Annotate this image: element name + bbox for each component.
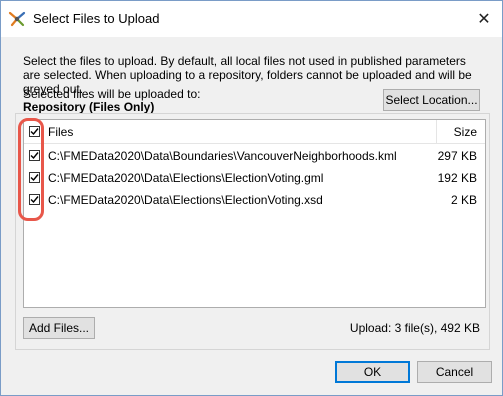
column-divider: [436, 120, 437, 143]
add-files-button[interactable]: Add Files...: [23, 317, 95, 339]
file-path: C:\FMEData2020\Data\Boundaries\Vancouver…: [48, 149, 397, 163]
file-checkbox[interactable]: [29, 172, 40, 183]
files-column-header[interactable]: Files: [48, 125, 73, 139]
checkmark-icon: [30, 128, 39, 136]
file-list: Files Size C:\FMEData2020\Data\Boundarie…: [23, 119, 486, 308]
file-size: 2 KB: [450, 193, 477, 207]
file-checkbox[interactable]: [29, 150, 40, 161]
file-checkbox[interactable]: [29, 194, 40, 205]
file-size: 297 KB: [437, 149, 477, 163]
select-all-checkbox[interactable]: [29, 126, 40, 137]
checkmark-icon: [30, 196, 39, 204]
ok-button[interactable]: OK: [335, 361, 410, 383]
select-files-dialog: Select Files to Upload ✕ Select the file…: [0, 0, 503, 396]
size-column-header[interactable]: Size: [454, 125, 477, 139]
file-size: 192 KB: [437, 171, 477, 185]
select-location-button[interactable]: Select Location...: [383, 89, 480, 111]
title-bar: Select Files to Upload ✕: [1, 1, 502, 37]
file-row[interactable]: C:\FMEData2020\Data\Elections\ElectionVo…: [24, 167, 485, 189]
checkmark-icon: [30, 152, 39, 160]
fme-workbench-icon: [8, 10, 26, 28]
cancel-button[interactable]: Cancel: [417, 361, 492, 383]
file-path: C:\FMEData2020\Data\Elections\ElectionVo…: [48, 193, 323, 207]
close-icon[interactable]: ✕: [474, 9, 494, 29]
upload-summary: Upload: 3 file(s), 492 KB: [349, 321, 480, 335]
file-path: C:\FMEData2020\Data\Elections\ElectionVo…: [48, 171, 324, 185]
file-row[interactable]: C:\FMEData2020\Data\Elections\ElectionVo…: [24, 189, 485, 211]
checkmark-icon: [30, 174, 39, 182]
destination-value: Repository (Files Only): [23, 100, 155, 114]
window-title: Select Files to Upload: [33, 11, 160, 26]
file-list-header: Files Size: [24, 120, 485, 144]
file-row[interactable]: C:\FMEData2020\Data\Boundaries\Vancouver…: [24, 145, 485, 167]
destination-label: Selected files will be uploaded to:: [23, 87, 201, 101]
